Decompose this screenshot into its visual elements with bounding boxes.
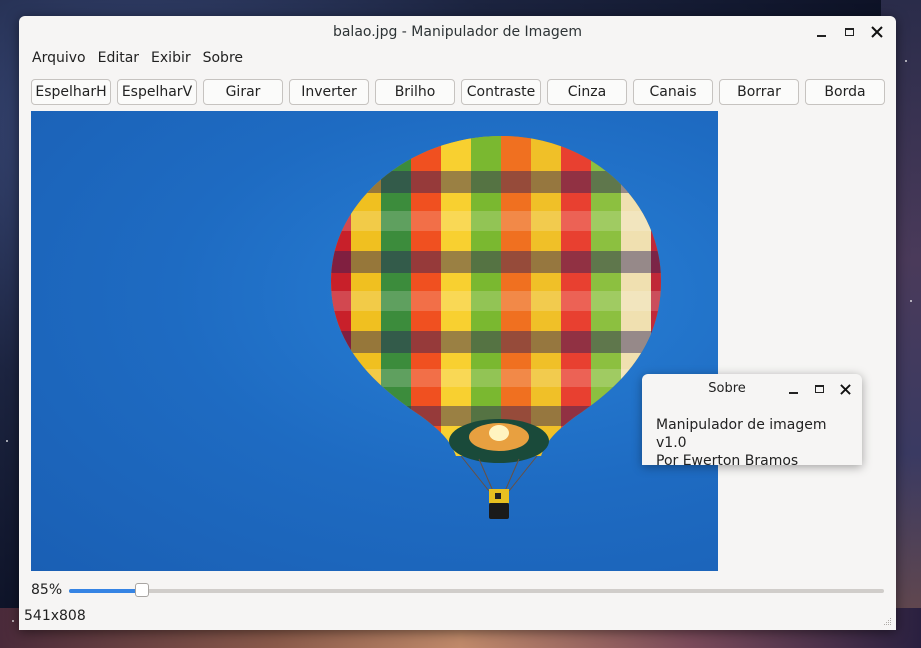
- main-window: balao.jpg - Manipulador de Imagem Arquiv…: [19, 16, 896, 630]
- menubar: Arquivo Editar Exibir Sobre: [19, 48, 896, 68]
- image-canvas[interactable]: [31, 111, 718, 571]
- inverter-button[interactable]: Inverter: [289, 79, 369, 105]
- star: [12, 620, 14, 622]
- brilho-button[interactable]: Brilho: [375, 79, 455, 105]
- titlebar[interactable]: balao.jpg - Manipulador de Imagem: [19, 16, 896, 48]
- about-body: Manipulador de imagem v1.0 Por Ewerton B…: [642, 404, 862, 470]
- resize-grip-icon[interactable]: [882, 616, 892, 626]
- hot-air-balloon-image: [331, 136, 661, 519]
- espelharv-button[interactable]: EspelharV: [117, 79, 197, 105]
- maximize-icon: [844, 28, 854, 36]
- about-dialog: Sobre Manipulador de imagem v1.0 Por Ewe…: [642, 374, 862, 469]
- contraste-button[interactable]: Contraste: [461, 79, 541, 105]
- girar-button[interactable]: Girar: [203, 79, 283, 105]
- star: [6, 440, 8, 442]
- close-button[interactable]: [868, 23, 886, 41]
- close-icon: [871, 26, 883, 38]
- espelharh-button[interactable]: EspelharH: [31, 79, 111, 105]
- image-dimensions: 541x808: [24, 608, 86, 624]
- about-titlebar[interactable]: Sobre: [642, 374, 862, 404]
- about-maximize-button[interactable]: [810, 380, 828, 398]
- menu-arquivo[interactable]: Arquivo: [26, 48, 92, 68]
- about-close-button[interactable]: [836, 380, 854, 398]
- about-version-text: Manipulador de imagem v1.0: [656, 417, 827, 451]
- window-title: balao.jpg - Manipulador de Imagem: [332, 24, 583, 40]
- star: [910, 300, 912, 302]
- about-minimize-button[interactable]: [784, 380, 802, 398]
- zoom-label: 85%: [31, 582, 63, 598]
- minimize-button[interactable]: [812, 23, 830, 41]
- about-author-text: Por Ewerton Bramos: [656, 453, 799, 469]
- zoom-slider-handle[interactable]: [135, 583, 150, 597]
- minimize-icon: [816, 35, 826, 37]
- toolbar: EspelharH EspelharV Girar Inverter Brilh…: [31, 79, 885, 105]
- zoom-slider-track: [69, 589, 884, 593]
- canais-button[interactable]: Canais: [633, 79, 713, 105]
- zoom-slider-fill: [69, 589, 143, 593]
- borda-button[interactable]: Borda: [805, 79, 885, 105]
- cinza-button[interactable]: Cinza: [547, 79, 627, 105]
- star: [905, 60, 907, 62]
- zoom-slider[interactable]: [69, 580, 884, 600]
- borrar-button[interactable]: Borrar: [719, 79, 799, 105]
- maximize-button[interactable]: [840, 23, 858, 41]
- minimize-icon: [788, 392, 798, 394]
- menu-editar[interactable]: Editar: [92, 48, 145, 68]
- zoom-row: 85%: [31, 580, 884, 600]
- close-icon: [839, 383, 851, 395]
- menu-sobre[interactable]: Sobre: [197, 48, 249, 68]
- menu-exibir[interactable]: Exibir: [145, 48, 197, 68]
- about-title: Sobre: [708, 381, 746, 396]
- maximize-icon: [814, 385, 824, 393]
